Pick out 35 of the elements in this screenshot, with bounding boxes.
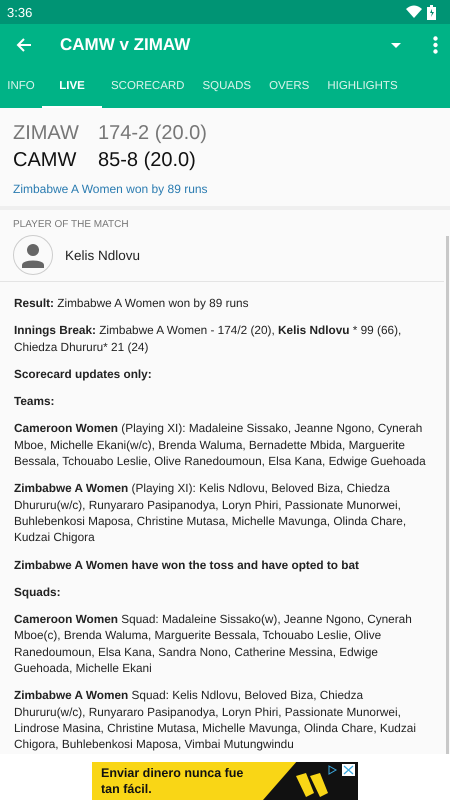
commentary-heading: Teams:	[14, 393, 56, 410]
tab[interactable]: SCORECARD	[102, 66, 194, 108]
team-score: 85-8 (20.0)	[98, 148, 196, 173]
more-options-icon[interactable]	[433, 36, 438, 54]
wifi-icon	[406, 5, 422, 19]
close-icon[interactable]	[326, 764, 356, 776]
avatar-icon	[13, 235, 53, 275]
commentary-text: Cameroon Women (Playing XI): Madaleine Sissako, Jeanne Ngono, Cynerah Mboe, Michelle Ekani(w/c), Brenda Waluma, Bernadette Mbida, Marguerite Bessala, Tchouabo Leslie, Olive Ranedoumoun, Elsa Kana, Edwige Guehoada	[14, 420, 427, 470]
ad-banner[interactable]: Enviar dinero nunca fue tan fácil.	[92, 762, 358, 800]
commentary-heading: Scorecard updates only:	[14, 366, 153, 382]
commentary-text: Zimbabwe A Women (Playing XI): Kelis Ndlovu, Beloved Biza, Chiedza Dhururu(w/c), Runyararo Pasipanodya, Loryn Phiri, Passionate Munorwei, Buhlebenkosi Maposa, Christine Mutasa, Michelle Mavunga, Olinda Chare, Kudzai Chigora	[14, 480, 408, 546]
player-name[interactable]: Kelis Ndlovu	[65, 248, 140, 262]
result-link[interactable]: Zimbabwe A Women won by 89 runs	[13, 182, 208, 196]
battery-icon	[427, 4, 436, 20]
commentary-text: Result: Zimbabwe A Women won by 89 runs	[14, 295, 250, 312]
commentary-heading: Zimbabwe A Women have won the toss and have opted to bat	[14, 556, 360, 573]
commentary-heading: Squads:	[14, 584, 62, 600]
team-name: ZIMAW	[13, 121, 80, 146]
tab[interactable]: INFO	[0, 66, 42, 108]
commentary-text: Cameroon Women Squad: Madaleine Sissako(w), Jeanne Ngono, Cynerah Mboe(c), Brenda Waluma, Marguerite Bessala, Tchouabo Leslie, Olive Ranedoumoun, Elsa Kana, Sandra Nono, Catherine Messina, Edwige Guehoada, Michelle Ekani	[14, 611, 413, 676]
tab[interactable]: OVERS	[260, 66, 318, 108]
screen-title: CAMW v ZIMAW	[60, 35, 192, 55]
team-score: 174-2 (20.0)	[98, 121, 207, 146]
dropdown-icon[interactable]	[391, 42, 401, 48]
commentary-text: Innings Break: Zimbabwe A Women - 174/2 (20), Kelis Ndlovu* 99 (66), Chiedza Dhururu* 21 (24)	[14, 322, 402, 355]
tab[interactable]: LIVE	[42, 66, 102, 108]
ad-text: Enviar dinero nunca fue tan fácil.	[100, 765, 244, 797]
tab[interactable]: SQUADS	[193, 66, 260, 108]
scrollbar[interactable]	[446, 236, 449, 754]
team-name: CAMW	[13, 148, 78, 173]
section-heading: PLAYER OF THE MATCH	[13, 219, 130, 230]
tab[interactable]: HIGHLIGHTS	[318, 66, 407, 108]
clock-time: 3:36	[7, 4, 32, 20]
back-arrow-icon[interactable]	[16, 37, 32, 53]
commentary-text: Zimbabwe A Women Squad: Kelis Ndlovu, Beloved Biza, Chiedza Dhururu(w/c), Runyararo Pasipanodya, Loryn Phiri, Passionate Munorwei, Lindrose Masina, Christine Mutasa, Michelle Mavunga, Olinda Chare, Kudzai Chigora, Buhlebenkosi Maposa, Vimbai Mutungwindu	[14, 687, 417, 753]
